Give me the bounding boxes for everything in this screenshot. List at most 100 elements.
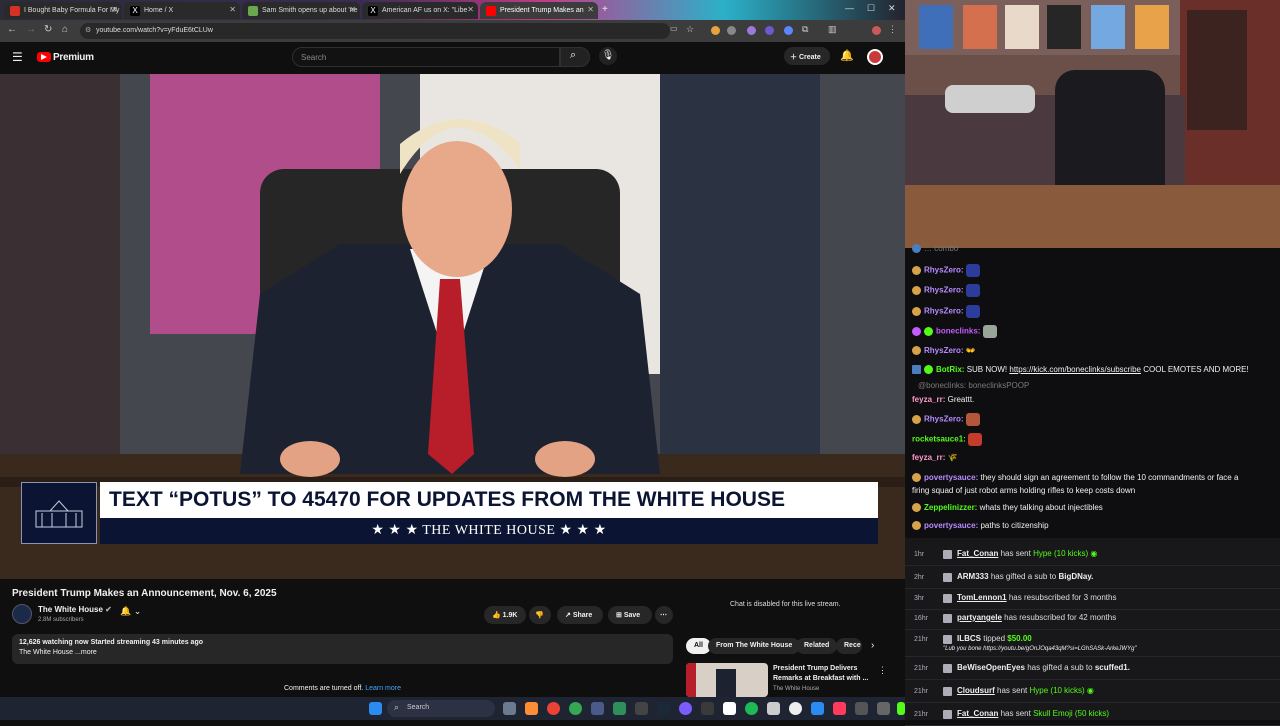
reload-icon[interactable]: ↻: [44, 24, 52, 35]
bookmark-star-icon[interactable]: ☆: [686, 24, 694, 35]
back-icon[interactable]: ←: [7, 24, 17, 35]
app-icon[interactable]: [877, 702, 890, 715]
app-icon[interactable]: [723, 702, 736, 715]
event-username[interactable]: Cloudsurf: [957, 686, 995, 695]
minimize-icon[interactable]: —: [845, 3, 854, 13]
extensions-puzzle-icon[interactable]: ⧉: [802, 24, 808, 35]
site-info-icon[interactable]: ⚙: [85, 26, 91, 34]
chat-username[interactable]: rocketsauce1:: [912, 435, 966, 444]
app-icon[interactable]: [855, 702, 868, 715]
like-button[interactable]: 👍 1.9K: [484, 606, 526, 624]
app-icon[interactable]: [767, 702, 780, 715]
chat-username[interactable]: RhysZero:: [924, 307, 964, 316]
chat-username[interactable]: RhysZero:: [924, 286, 964, 295]
spotify-icon[interactable]: [745, 702, 758, 715]
close-tab-icon[interactable]: ✕: [111, 5, 118, 14]
chip-recent[interactable]: Rece: [836, 638, 862, 654]
notification-dropdown-button[interactable]: 🔔 ⌄: [120, 606, 141, 617]
app-icon[interactable]: [811, 702, 824, 715]
steam-icon[interactable]: [657, 702, 670, 715]
app-icon[interactable]: [789, 702, 802, 715]
more-actions-button[interactable]: ⋯: [655, 606, 673, 624]
description-preview[interactable]: The White House ...more: [19, 649, 97, 656]
browser-tab[interactable]: X Home / X ✕: [124, 2, 240, 19]
create-button[interactable]: ＋ Create: [784, 47, 830, 65]
task-view-icon[interactable]: [503, 702, 516, 715]
url-bar[interactable]: ⚙ youtube.com/watch?v=yFduE6tCLUw: [80, 23, 670, 39]
chip-related[interactable]: Related: [796, 638, 838, 654]
tip-message[interactable]: "Lub you bone https://youtu.be/gOnJOqa43…: [943, 646, 1137, 652]
hamburger-menu-icon[interactable]: ☰: [12, 50, 23, 64]
extension-icon[interactable]: [727, 26, 736, 35]
close-tab-icon[interactable]: ✕: [349, 5, 356, 14]
related-video-title[interactable]: President Trump Delivers Remarks at Brea…: [773, 664, 873, 684]
search-button[interactable]: ⌕: [560, 47, 590, 67]
related-video-thumbnail[interactable]: [686, 663, 768, 697]
close-tab-icon[interactable]: ✕: [467, 5, 474, 14]
app-icon[interactable]: [701, 702, 714, 715]
event-username[interactable]: Fat_Conan: [957, 549, 998, 558]
cast-icon[interactable]: ▭: [670, 24, 678, 33]
event-username[interactable]: TomLennon1: [957, 593, 1007, 602]
description-box[interactable]: 12,626 watching now Started streaming 43…: [12, 634, 673, 664]
chat-username[interactable]: RhysZero:: [924, 346, 964, 355]
chrome-icon[interactable]: [547, 702, 560, 715]
forward-icon[interactable]: →: [26, 24, 36, 35]
share-button[interactable]: ↗ Share: [557, 606, 603, 624]
save-button[interactable]: ⊞ Save: [608, 606, 652, 624]
side-panel-icon[interactable]: ▥: [828, 24, 837, 35]
search-input[interactable]: Search: [292, 47, 560, 67]
chat-username[interactable]: RhysZero:: [924, 415, 964, 424]
close-tab-icon[interactable]: ✕: [229, 5, 236, 14]
chat-username[interactable]: feyza_rr:: [912, 395, 945, 404]
app-icon[interactable]: [591, 702, 604, 715]
app-icon[interactable]: [897, 702, 905, 715]
chip-from-channel[interactable]: From The White House: [708, 638, 801, 654]
app-icon[interactable]: [525, 702, 538, 715]
event-username[interactable]: ARM333: [957, 572, 989, 581]
app-icon[interactable]: [635, 702, 648, 715]
chat-username[interactable]: povertysauce:: [924, 473, 978, 482]
chat-username[interactable]: RhysZero:: [924, 266, 964, 275]
extension-icon[interactable]: [747, 26, 756, 35]
premium-logo-text[interactable]: Premium: [53, 52, 94, 63]
chat-username[interactable]: BotRix:: [936, 365, 964, 374]
extension-icon[interactable]: [765, 26, 774, 35]
chevron-right-icon[interactable]: ›: [871, 640, 874, 651]
menu-kebab-icon[interactable]: ⋮: [888, 24, 897, 35]
related-video-channel[interactable]: The White House: [773, 686, 819, 692]
channel-name[interactable]: The White House ✔: [38, 605, 112, 614]
account-avatar[interactable]: [867, 49, 883, 65]
app-icon[interactable]: [833, 702, 846, 715]
chat-username[interactable]: povertysauce:: [924, 521, 978, 530]
microphone-icon[interactable]: 🎙: [599, 47, 617, 65]
browser-tab-active[interactable]: President Trump Makes an ✕: [480, 2, 598, 19]
chat-username[interactable]: boneclinks:: [936, 327, 980, 336]
maximize-icon[interactable]: ☐: [867, 3, 875, 14]
windows-start-icon[interactable]: [369, 702, 382, 715]
event-username[interactable]: BeWiseOpenEyes: [957, 663, 1025, 672]
extension-icon[interactable]: [711, 26, 720, 35]
dislike-button[interactable]: 👎: [529, 606, 551, 624]
app-icon[interactable]: [613, 702, 626, 715]
browser-tab[interactable]: Sam Smith opens up about 'ne ✕: [242, 2, 360, 19]
event-username[interactable]: ILBCS: [957, 634, 981, 643]
home-icon[interactable]: ⌂: [62, 24, 68, 35]
event-username[interactable]: partyangele: [957, 613, 1002, 622]
close-tab-icon[interactable]: ✕: [587, 5, 594, 14]
video-player[interactable]: TEXT “POTUS” TO 45470 FOR UPDATES FROM T…: [0, 74, 905, 579]
browser-tab[interactable]: X American AF us on X: "Libe ✕: [362, 2, 478, 19]
event-username[interactable]: Fat_Conan: [957, 709, 998, 718]
chat-username[interactable]: Zeppelinizzer:: [924, 503, 977, 512]
profile-avatar[interactable]: [872, 26, 881, 35]
taskbar-search[interactable]: ⌕ Search: [387, 700, 495, 717]
chat-username[interactable]: feyza_rr:: [912, 453, 945, 462]
extension-icon[interactable]: [784, 26, 793, 35]
chat-link[interactable]: https://kick.com/boneclinks/subscribe: [1009, 365, 1141, 374]
notifications-bell-icon[interactable]: 🔔: [840, 49, 854, 62]
learn-more-link[interactable]: Learn more: [365, 685, 401, 692]
related-more-icon[interactable]: ⋮: [878, 665, 887, 676]
close-window-icon[interactable]: ✕: [888, 3, 896, 14]
new-tab-icon[interactable]: +: [602, 4, 608, 15]
channel-avatar[interactable]: [12, 604, 32, 624]
